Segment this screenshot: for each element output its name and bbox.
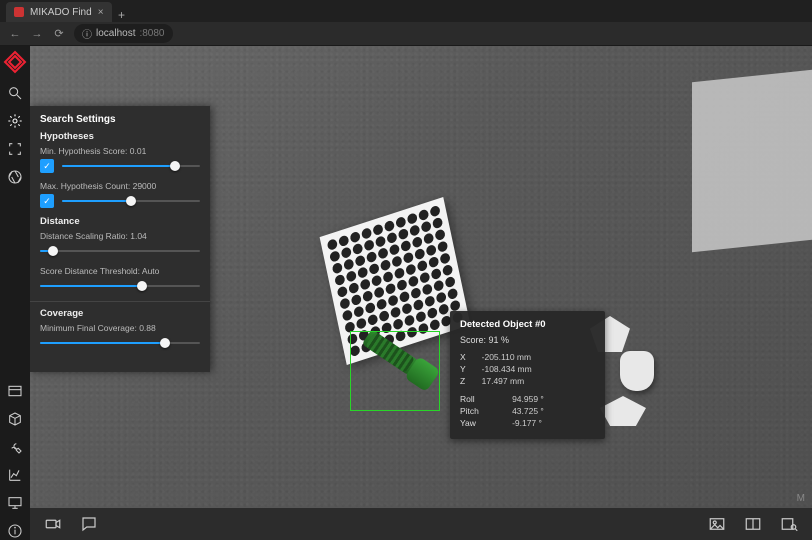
reload-button[interactable]: ⟳: [52, 27, 66, 40]
browser-tab[interactable]: MIKADO Find ×: [6, 2, 112, 22]
search-settings-panel: Search Settings Hypotheses Min. Hypothes…: [30, 106, 210, 372]
setting-label: Min. Hypothesis Score: 0.01: [40, 146, 200, 156]
max-count-checkbox[interactable]: ✓: [40, 194, 54, 208]
rot-pitch-value: 43.725 °: [502, 405, 595, 417]
setting-label: Distance Scaling Ratio: 1.04: [40, 231, 200, 241]
favicon-icon: [14, 7, 24, 17]
detection-score: Score: 91 %: [460, 335, 595, 345]
info-icon: ⓘ: [82, 26, 92, 41]
rot-yaw-key: Yaw: [460, 417, 502, 429]
setting-label: Score Distance Threshold: Auto: [40, 266, 200, 276]
forward-button[interactable]: →: [30, 28, 44, 40]
tab-title: MIKADO Find: [30, 7, 92, 18]
tab-bar: MIKADO Find × +: [0, 0, 812, 22]
min-score-checkbox[interactable]: ✓: [40, 159, 54, 173]
panel-icon[interactable]: [6, 382, 24, 400]
max-hypothesis-count-setting: Max. Hypothesis Count: 29000 ✓: [40, 181, 200, 208]
rot-yaw-value: -9.177 °: [502, 417, 595, 429]
distance-scaling-slider[interactable]: [40, 244, 200, 258]
cube-icon[interactable]: [6, 410, 24, 428]
monitor-icon[interactable]: [6, 494, 24, 512]
image-search-icon[interactable]: [780, 515, 798, 533]
info-icon[interactable]: [6, 522, 24, 540]
rot-pitch-key: Pitch: [460, 405, 502, 417]
chart-icon[interactable]: [6, 466, 24, 484]
distance-scaling-setting: Distance Scaling Ratio: 1.04: [40, 231, 200, 258]
pos-x-key: X: [460, 351, 472, 363]
score-distance-slider[interactable]: [40, 279, 200, 293]
bottom-toolbar: [30, 508, 812, 540]
min-score-slider[interactable]: [62, 159, 200, 173]
scene-part: [620, 351, 654, 391]
brand-watermark: M: [797, 493, 806, 504]
camera-icon[interactable]: [44, 515, 62, 533]
hypotheses-heading: Hypotheses: [40, 131, 200, 142]
pos-y-value: -108.434 mm: [472, 363, 595, 375]
min-final-coverage-setting: Minimum Final Coverage: 0.88: [40, 323, 200, 350]
rot-roll-value: 94.959 °: [502, 393, 595, 405]
pos-x-value: -205.110 mm: [472, 351, 595, 363]
detection-rotation-table: Roll94.959 ° Pitch43.725 ° Yaw-9.177 °: [460, 393, 595, 429]
url-port: :8080: [139, 28, 164, 39]
close-tab-icon[interactable]: ×: [98, 7, 104, 18]
app: Search Settings Hypotheses Min. Hypothes…: [0, 46, 812, 540]
detection-bounding-box: [350, 331, 440, 411]
image-icon[interactable]: [708, 515, 726, 533]
address-bar: ← → ⟳ ⓘ localhost :8080: [0, 22, 812, 46]
browser-chrome: MIKADO Find × + ← → ⟳ ⓘ localhost :8080: [0, 0, 812, 46]
url-field[interactable]: ⓘ localhost :8080: [74, 24, 173, 43]
aperture-icon[interactable]: [6, 168, 24, 186]
wrench-icon[interactable]: [6, 438, 24, 456]
panel-divider: [30, 301, 210, 302]
back-button[interactable]: ←: [8, 28, 22, 40]
image-compare-icon[interactable]: [744, 515, 762, 533]
min-final-coverage-slider[interactable]: [40, 336, 200, 350]
settings-icon[interactable]: [6, 112, 24, 130]
pos-z-key: Z: [460, 375, 472, 387]
rot-roll-key: Roll: [460, 393, 502, 405]
url-host: localhost: [96, 28, 135, 39]
new-tab-button[interactable]: +: [112, 8, 132, 22]
coverage-heading: Coverage: [40, 308, 200, 319]
score-distance-threshold-setting: Score Distance Threshold: Auto: [40, 266, 200, 293]
comment-icon[interactable]: [80, 515, 98, 533]
pos-y-key: Y: [460, 363, 472, 375]
detection-title: Detected Object #0: [460, 319, 595, 330]
detection-info-tooltip: Detected Object #0 Score: 91 % X-205.110…: [450, 311, 605, 439]
panel-title: Search Settings: [40, 114, 200, 125]
detection-position-table: X-205.110 mm Y-108.434 mm Z17.497 mm: [460, 351, 595, 387]
distance-heading: Distance: [40, 216, 200, 227]
camera-viewport[interactable]: Search Settings Hypotheses Min. Hypothes…: [30, 46, 812, 540]
tool-rail: [0, 46, 30, 540]
search-icon[interactable]: [6, 84, 24, 102]
app-logo-icon: [3, 50, 27, 74]
max-count-slider[interactable]: [62, 194, 200, 208]
min-hypothesis-score-setting: Min. Hypothesis Score: 0.01 ✓: [40, 146, 200, 173]
setting-label: Minimum Final Coverage: 0.88: [40, 323, 200, 333]
setting-label: Max. Hypothesis Count: 29000: [40, 181, 200, 191]
scene-wall: [692, 70, 812, 253]
focus-brackets-icon[interactable]: [6, 140, 24, 158]
pos-z-value: 17.497 mm: [472, 375, 595, 387]
